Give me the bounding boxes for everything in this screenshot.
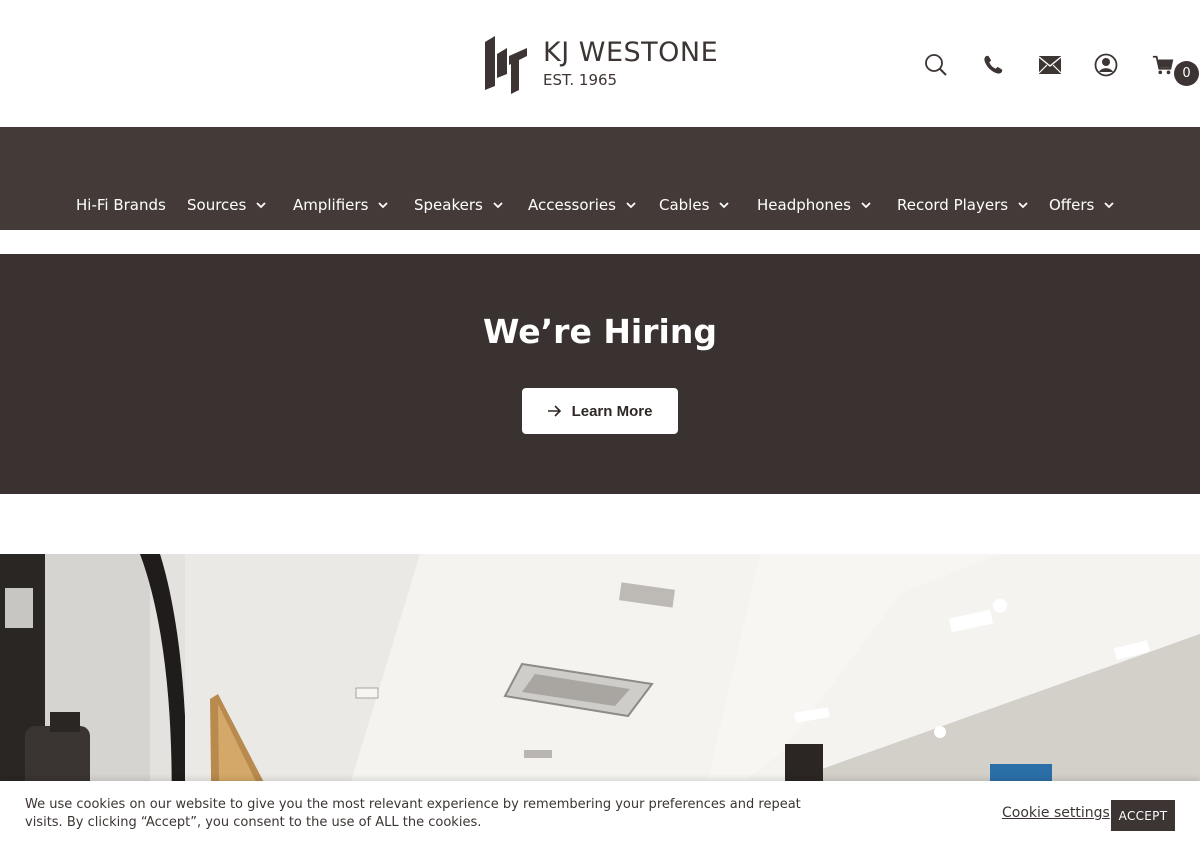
chevron-down-icon: [256, 201, 266, 208]
nav-item-label: Headphones: [757, 196, 851, 214]
nav-item-label: Offers: [1049, 196, 1095, 214]
chevron-down-icon: [493, 201, 503, 208]
account-icon[interactable]: [1091, 50, 1121, 80]
chevron-down-icon: [626, 201, 636, 208]
cart-count-badge: 0: [1174, 61, 1199, 86]
nav-item-amplifiers[interactable]: Amplifiers: [293, 192, 389, 218]
nav-item-cables[interactable]: Cables: [659, 192, 730, 218]
nav-item-speakers[interactable]: Speakers: [414, 192, 503, 218]
phone-icon[interactable]: [978, 50, 1008, 80]
brand-established: EST. 1965: [543, 71, 618, 89]
hiring-banner: [0, 254, 1200, 494]
brand-name: KJ WESTONE: [543, 37, 719, 68]
arrow-right-icon: [547, 405, 561, 417]
nav-item-label: Record Players: [897, 196, 1009, 214]
nav-item-hifi-brands[interactable]: Hi-Fi Brands: [76, 192, 166, 218]
mail-icon[interactable]: [1035, 50, 1065, 80]
nav-item-offers[interactable]: Offers: [1049, 192, 1114, 218]
nav-item-label: Sources: [187, 196, 247, 214]
learn-more-button[interactable]: Learn More: [522, 388, 678, 434]
chevron-down-icon: [1018, 201, 1028, 208]
nav-item-sources[interactable]: Sources: [187, 192, 266, 218]
nav-item-label: Hi-Fi Brands: [76, 196, 166, 214]
cookie-settings-link[interactable]: Cookie settings: [1002, 805, 1110, 821]
cookie-consent-bar: We use cookies on our website to give yo…: [0, 781, 1200, 850]
cookie-message: We use cookies on our website to give yo…: [25, 797, 801, 830]
logo-mark-icon: [485, 36, 527, 94]
nav-item-record-players[interactable]: Record Players: [897, 192, 1028, 218]
nav-item-label: Amplifiers: [293, 196, 369, 214]
chevron-down-icon: [1104, 201, 1114, 208]
chevron-down-icon: [719, 201, 730, 208]
search-icon[interactable]: [921, 50, 951, 80]
learn-more-label: Learn More: [571, 402, 653, 420]
nav-item-label: Accessories: [528, 196, 616, 214]
chevron-down-icon: [378, 201, 389, 208]
hero-title: We’re Hiring: [483, 312, 717, 351]
brand-logo[interactable]: KJ WESTONE EST. 1965: [483, 33, 723, 95]
nav-item-accessories[interactable]: Accessories: [528, 192, 636, 218]
nav-item-label: Cables: [659, 196, 710, 214]
accept-cookies-button[interactable]: ACCEPT: [1111, 800, 1175, 831]
nav-menu: Hi-Fi Brands Sources Amplifiers Speakers…: [0, 192, 1200, 218]
nav-item-headphones[interactable]: Headphones: [757, 192, 871, 218]
chevron-down-icon: [861, 201, 871, 208]
site-header: KJ WESTONE EST. 1965 0: [0, 0, 1200, 127]
nav-item-label: Speakers: [414, 196, 483, 214]
